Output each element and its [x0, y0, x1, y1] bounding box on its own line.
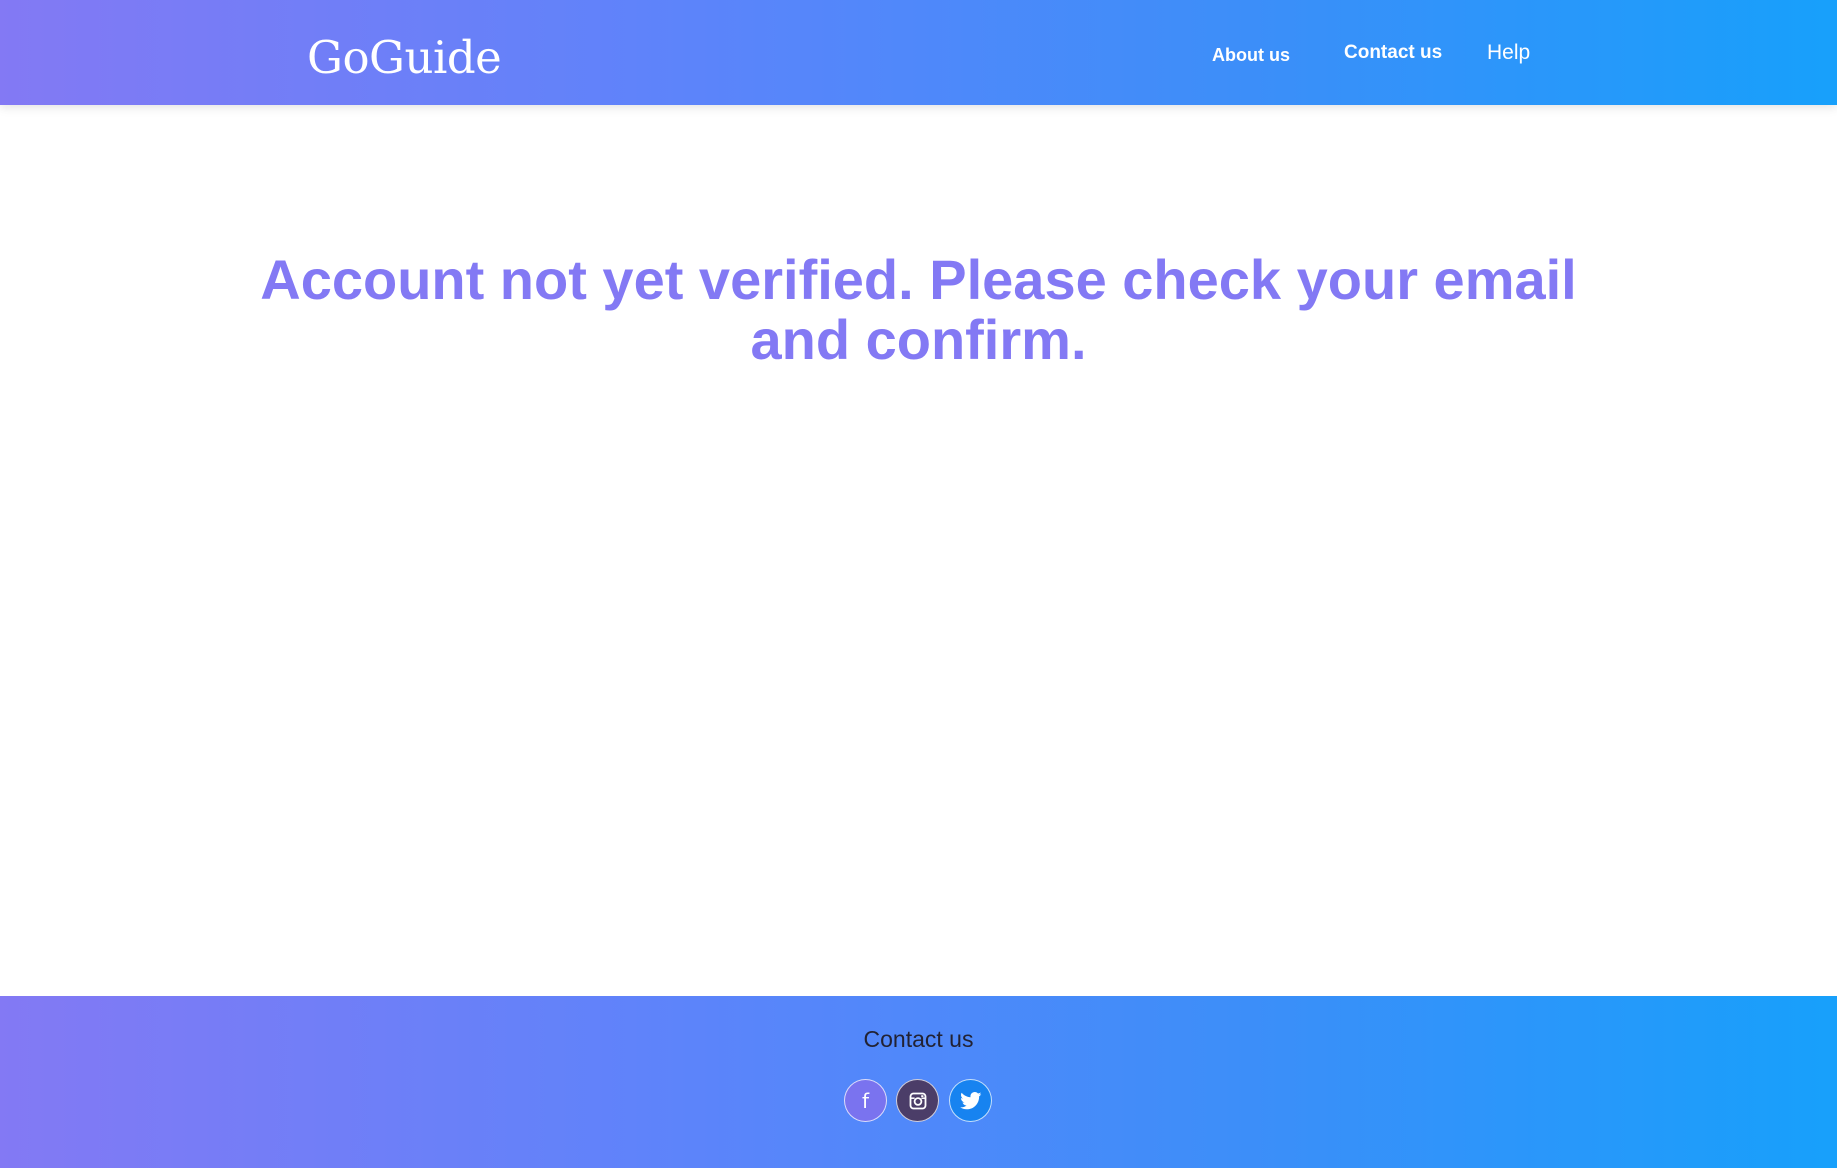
nav-link-about-us[interactable]: About us — [1212, 42, 1290, 68]
facebook-icon: f — [861, 1088, 870, 1113]
footer: Contact us f — [0, 996, 1837, 1168]
top-navbar: GoGuide About us Contact us Help — [0, 0, 1837, 105]
verification-message: Account not yet verified. Please check y… — [260, 248, 1577, 371]
brand-logo[interactable]: GoGuide — [307, 28, 502, 88]
instagram-icon — [909, 1092, 927, 1110]
page: GoGuide About us Contact us Help Account… — [0, 0, 1837, 1168]
facebook-button[interactable]: f — [844, 1079, 887, 1122]
nav-link-contact-us[interactable]: Contact us — [1344, 40, 1442, 66]
footer-contact-title: Contact us — [863, 1026, 974, 1052]
twitter-button[interactable] — [949, 1079, 992, 1122]
nav-link-help[interactable]: Help — [1487, 40, 1530, 66]
instagram-button[interactable] — [896, 1079, 939, 1122]
twitter-icon — [959, 1091, 982, 1110]
